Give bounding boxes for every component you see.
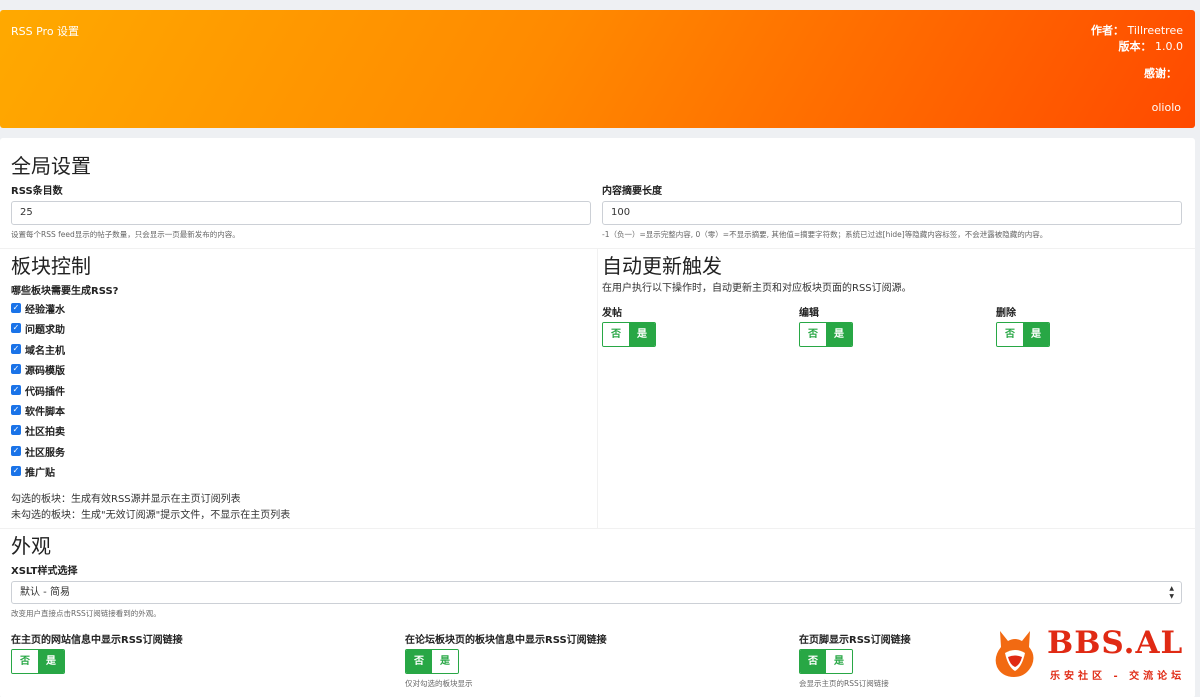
- fox-logo-icon: [995, 631, 1034, 677]
- toggle-yes-option[interactable]: 是: [826, 323, 852, 346]
- rss-count-label: RSS条目数: [11, 186, 63, 197]
- forum-link-toggle[interactable]: 否 是: [405, 649, 459, 674]
- toggle-no-option[interactable]: 否: [800, 650, 826, 673]
- toggle-yes-option[interactable]: 是: [629, 323, 655, 346]
- site-logo: BBS.AL 乐安社区 - 交流论坛: [992, 625, 1192, 683]
- toggle-yes-option[interactable]: 是: [38, 650, 64, 673]
- summary-length-help: -1（负一）=显示完整内容, 0（零）=不显示摘要, 其他值=摘要字符数；系统已…: [602, 230, 1048, 239]
- toggle-yes-option[interactable]: 是: [432, 650, 458, 673]
- section-divider: [0, 528, 1195, 529]
- post-trigger-toggle[interactable]: 否 是: [602, 322, 656, 347]
- logo-slogan: 乐安社区 - 交流论坛: [1050, 671, 1186, 682]
- forum-checkbox-item[interactable]: ✓ 推广贴: [11, 464, 55, 479]
- checkbox-checked-icon[interactable]: ✓: [11, 364, 21, 374]
- checkbox-checked-icon[interactable]: ✓: [11, 303, 21, 313]
- global-settings-heading: 全局设置: [11, 154, 91, 178]
- edit-trigger-toggle[interactable]: 否 是: [799, 322, 853, 347]
- checked-note: 勾选的板块：生成有效RSS源并显示在主页订阅列表: [11, 494, 241, 505]
- rss-count-input[interactable]: 25: [11, 201, 591, 225]
- thanks-name: oliolo: [1151, 101, 1181, 114]
- checkbox-checked-icon[interactable]: ✓: [11, 466, 21, 476]
- toggle-no-option[interactable]: 否: [603, 323, 629, 346]
- summary-length-input[interactable]: 100: [602, 201, 1182, 225]
- xslt-help: 改变用户直接点击RSS订阅链接看到的外观。: [11, 609, 161, 618]
- rss-count-help: 设置每个RSS feed显示的帖子数量，只会显示一页最新发布的内容。: [11, 230, 240, 239]
- checkbox-checked-icon[interactable]: ✓: [11, 344, 21, 354]
- thanks-label: 感谢：: [1144, 67, 1177, 80]
- forum-checkbox-item[interactable]: ✓ 软件脚本: [11, 403, 65, 418]
- forum-checkbox-item[interactable]: ✓ 问题求助: [11, 321, 65, 336]
- forum-checkbox-item[interactable]: ✓ 代码插件: [11, 383, 65, 398]
- footer-link-toggle[interactable]: 否 是: [799, 649, 853, 674]
- summary-length-label: 内容摘要长度: [602, 186, 662, 197]
- forum-control-heading: 板块控制: [11, 254, 91, 278]
- home-link-toggle[interactable]: 否 是: [11, 649, 65, 674]
- forum-checkbox-item[interactable]: ✓ 源码模版: [11, 362, 65, 377]
- xslt-selected-value: 默认 - 简易: [20, 587, 70, 598]
- checkbox-checked-icon[interactable]: ✓: [11, 446, 21, 456]
- toggle-no-option[interactable]: 否: [12, 650, 38, 673]
- author-label: 作者：: [1091, 24, 1124, 37]
- forum-checkbox-item[interactable]: ✓ 经验灌水: [11, 301, 65, 316]
- unchecked-note: 未勾选的板块：生成"无效订阅源"提示文件，不显示在主页列表: [11, 510, 291, 521]
- auto-update-heading: 自动更新触发: [602, 254, 722, 278]
- toggle-yes-option[interactable]: 是: [1023, 323, 1049, 346]
- forum-link-help: 仅对勾选的板块显示: [405, 679, 473, 688]
- auto-update-desc: 在用户执行以下操作时，自动更新主页和对应板块页面的RSS订阅源。: [602, 283, 912, 294]
- footer-link-label: 在页脚显示RSS订阅链接: [799, 635, 911, 646]
- forum-checkbox-item[interactable]: ✓ 社区拍卖: [11, 423, 65, 438]
- page-title: RSS Pro 设置: [11, 25, 80, 38]
- xslt-label: XSLT样式选择: [11, 566, 78, 577]
- forum-question: 哪些板块需要生成RSS?: [11, 286, 119, 297]
- author-name: Tillreetree: [1127, 24, 1184, 37]
- xslt-select[interactable]: 默认 - 简易 ▲ ▼: [11, 581, 1182, 604]
- select-arrows-icon: ▲ ▼: [1169, 585, 1174, 600]
- toggle-yes-option[interactable]: 是: [826, 650, 852, 673]
- home-link-label: 在主页的网站信息中显示RSS订阅链接: [11, 635, 183, 646]
- forum-link-label: 在论坛板块页的板块信息中显示RSS订阅链接: [405, 635, 607, 646]
- delete-trigger-label: 删除: [996, 308, 1016, 319]
- column-divider: [597, 248, 598, 528]
- forum-checkbox-item[interactable]: ✓ 域名主机: [11, 342, 65, 357]
- post-trigger-label: 发帖: [602, 308, 622, 319]
- forum-checkbox-item[interactable]: ✓ 社区服务: [11, 444, 65, 459]
- edit-trigger-label: 编辑: [799, 308, 819, 319]
- version-label: 版本：: [1118, 40, 1152, 53]
- toggle-no-option[interactable]: 否: [997, 323, 1023, 346]
- logo-brand: BBS.AL: [1047, 625, 1184, 661]
- header-banner: RSS Pro 设置 作者： Tillreetree 版本： 1.0.0 感谢：…: [0, 10, 1195, 128]
- checkbox-checked-icon[interactable]: ✓: [11, 323, 21, 333]
- plugin-meta: 作者： Tillreetree 版本： 1.0.0: [1091, 23, 1183, 55]
- footer-link-help: 会显示主页的RSS订阅链接: [799, 679, 889, 688]
- checkbox-checked-icon[interactable]: ✓: [11, 405, 21, 415]
- delete-trigger-toggle[interactable]: 否 是: [996, 322, 1050, 347]
- appearance-heading: 外观: [11, 534, 51, 558]
- toggle-no-option[interactable]: 否: [800, 323, 826, 346]
- version-value: 1.0.0: [1155, 40, 1183, 53]
- checkbox-checked-icon[interactable]: ✓: [11, 385, 21, 395]
- toggle-no-option[interactable]: 否: [406, 650, 432, 673]
- checkbox-checked-icon[interactable]: ✓: [11, 425, 21, 435]
